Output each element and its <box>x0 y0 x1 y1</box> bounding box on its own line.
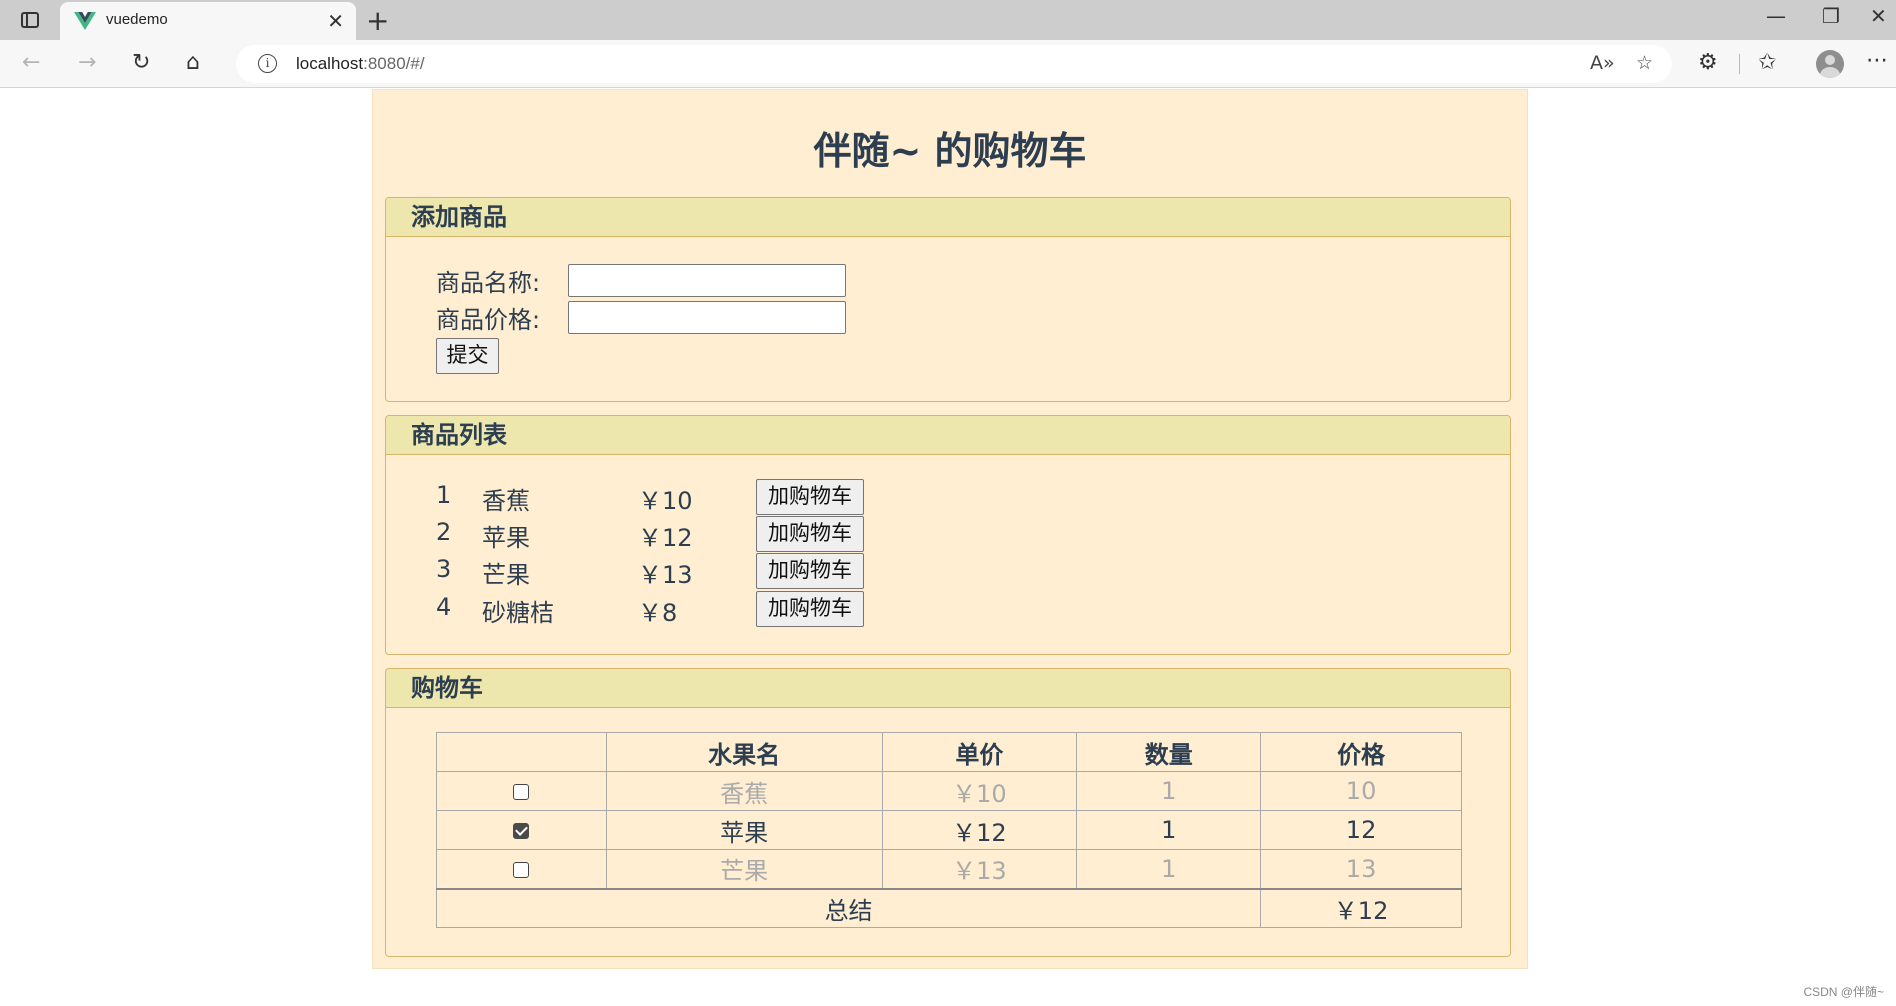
extensions-icon[interactable]: ⚙ <box>1698 50 1718 75</box>
site-info-icon[interactable]: i <box>258 54 277 73</box>
list-item: 3 芒果 ￥13 加购物车 <box>436 553 876 589</box>
tab-title: vuedemo <box>106 11 168 28</box>
add-product-panel: 添加商品 商品名称: 商品价格: 提交 <box>385 197 1511 402</box>
add-to-cart-button[interactable]: 加购物车 <box>756 553 864 589</box>
product-name-input[interactable] <box>568 264 846 297</box>
toolbar-divider <box>1739 54 1740 74</box>
add-to-cart-button[interactable]: 加购物车 <box>756 516 864 552</box>
add-favorite-icon[interactable]: ☆ <box>1636 52 1653 74</box>
submit-button[interactable]: 提交 <box>436 338 499 374</box>
item-checkbox[interactable] <box>513 861 530 878</box>
tab-actions-icon <box>21 12 39 28</box>
more-menu-icon[interactable]: ⋯ <box>1866 48 1888 73</box>
column-header-name: 水果名 <box>605 732 883 772</box>
product-list-heading: 商品列表 <box>386 416 1510 455</box>
product-price-input[interactable] <box>568 301 846 334</box>
fruit-name-cell: 香蕉 <box>605 771 883 811</box>
url-host: localhost <box>296 54 364 73</box>
tab-close-icon[interactable]: ✕ <box>327 9 344 33</box>
window-close-button[interactable]: ✕ <box>1870 4 1887 28</box>
browser-tab[interactable]: vuedemo ✕ <box>60 2 356 40</box>
summary-label: 总结 <box>435 887 1262 928</box>
quantity-cell: 1 <box>1076 849 1262 889</box>
select-cell <box>436 771 607 811</box>
product-price: ￥10 <box>638 487 693 515</box>
price-cell: 12 <box>1260 810 1462 850</box>
favorites-icon[interactable]: ✩ <box>1758 50 1776 75</box>
quantity-cell: 1 <box>1076 771 1262 811</box>
product-name: 香蕉 <box>482 487 530 515</box>
summary-total: ￥12 <box>1260 887 1462 928</box>
fruit-name-cell: 芒果 <box>605 849 883 889</box>
product-price-label: 商品价格: <box>436 306 541 334</box>
cart-header-row: 水果名 单价 数量 价格 <box>436 732 1462 772</box>
vue-logo-icon <box>74 12 96 30</box>
restore-button[interactable]: ❐ <box>1822 4 1840 28</box>
column-header-select <box>436 732 607 772</box>
quantity-cell: 1 <box>1076 810 1262 850</box>
fruit-name-cell: 苹果 <box>605 810 883 850</box>
add-product-heading: 添加商品 <box>386 198 1510 237</box>
summary-row: 总结 ￥12 <box>435 887 1462 928</box>
list-item: 1 香蕉 ￥10 加购物车 <box>436 479 876 515</box>
url-bar[interactable]: i localhost:8080/#/ A» ☆ <box>236 45 1672 83</box>
refresh-icon[interactable]: ↻ <box>132 50 150 75</box>
unit-price-cell: ￥10 <box>881 771 1078 811</box>
product-name: 芒果 <box>482 561 530 589</box>
tab-actions-button[interactable] <box>10 6 50 34</box>
item-checkbox[interactable] <box>513 823 530 839</box>
column-header-unit-price: 单价 <box>881 732 1078 772</box>
forward-icon[interactable]: → <box>78 50 96 75</box>
product-id: 4 <box>436 593 452 621</box>
list-item: 4 砂糖桔 ￥8 加购物车 <box>436 591 876 627</box>
product-list-panel: 商品列表 1 香蕉 ￥10 加购物车 2 苹果 ￥12 加购物车 3 芒果 ￥1… <box>385 415 1511 655</box>
product-name-label: 商品名称: <box>436 269 541 297</box>
product-name: 苹果 <box>482 524 530 552</box>
product-id: 1 <box>436 481 452 509</box>
price-cell: 13 <box>1260 849 1462 889</box>
product-price: ￥8 <box>638 599 678 627</box>
select-cell <box>436 849 607 889</box>
add-to-cart-button[interactable]: 加购物车 <box>756 591 864 627</box>
item-checkbox[interactable] <box>513 784 530 800</box>
cart-panel: 购物车 水果名 单价 数量 价格 香蕉 ￥10 1 10 苹果 ￥12 1 12… <box>385 668 1511 957</box>
add-to-cart-button[interactable]: 加购物车 <box>756 479 864 515</box>
cart-table: 水果名 单价 数量 价格 香蕉 ￥10 1 10 苹果 ￥12 1 12 芒果 … <box>435 732 1462 928</box>
watermark: CSDN @伴随~ <box>1803 985 1884 999</box>
select-cell <box>436 810 607 850</box>
minimize-button[interactable]: — <box>1766 4 1786 28</box>
home-icon[interactable]: ⌂ <box>186 50 200 75</box>
shopping-cart-app: 伴随~ 的购物车 添加商品 商品名称: 商品价格: 提交 商品列表 1 香蕉 ￥… <box>372 89 1528 969</box>
new-tab-button[interactable]: + <box>366 4 389 37</box>
read-aloud-icon[interactable]: A» <box>1590 52 1615 74</box>
browser-tab-bar: vuedemo ✕ + — ❐ ✕ <box>0 0 1896 40</box>
cart-heading: 购物车 <box>386 669 1510 708</box>
column-header-quantity: 数量 <box>1076 732 1262 772</box>
table-row: 苹果 ￥12 1 12 <box>436 810 1462 850</box>
list-item: 2 苹果 ￥12 加购物车 <box>436 516 876 552</box>
page-title: 伴随~ 的购物车 <box>813 129 1087 173</box>
url-path: :8080/#/ <box>363 54 425 73</box>
back-icon[interactable]: ← <box>22 50 40 75</box>
product-price: ￥13 <box>638 561 693 589</box>
table-row: 芒果 ￥13 1 13 <box>436 849 1462 889</box>
unit-price-cell: ￥12 <box>881 810 1078 850</box>
table-row: 香蕉 ￥10 1 10 <box>436 771 1462 811</box>
column-header-price: 价格 <box>1260 732 1462 772</box>
product-id: 3 <box>436 555 452 583</box>
price-cell: 10 <box>1260 771 1462 811</box>
profile-avatar[interactable] <box>1816 50 1844 78</box>
unit-price-cell: ￥13 <box>881 849 1078 889</box>
address-toolbar: ← → ↻ ⌂ i localhost:8080/#/ A» ☆ ⚙ ✩ ⋯ <box>0 40 1896 88</box>
product-id: 2 <box>436 518 452 546</box>
url-text[interactable]: localhost:8080/#/ <box>296 54 425 74</box>
product-name: 砂糖桔 <box>482 599 554 627</box>
product-price: ￥12 <box>638 524 693 552</box>
